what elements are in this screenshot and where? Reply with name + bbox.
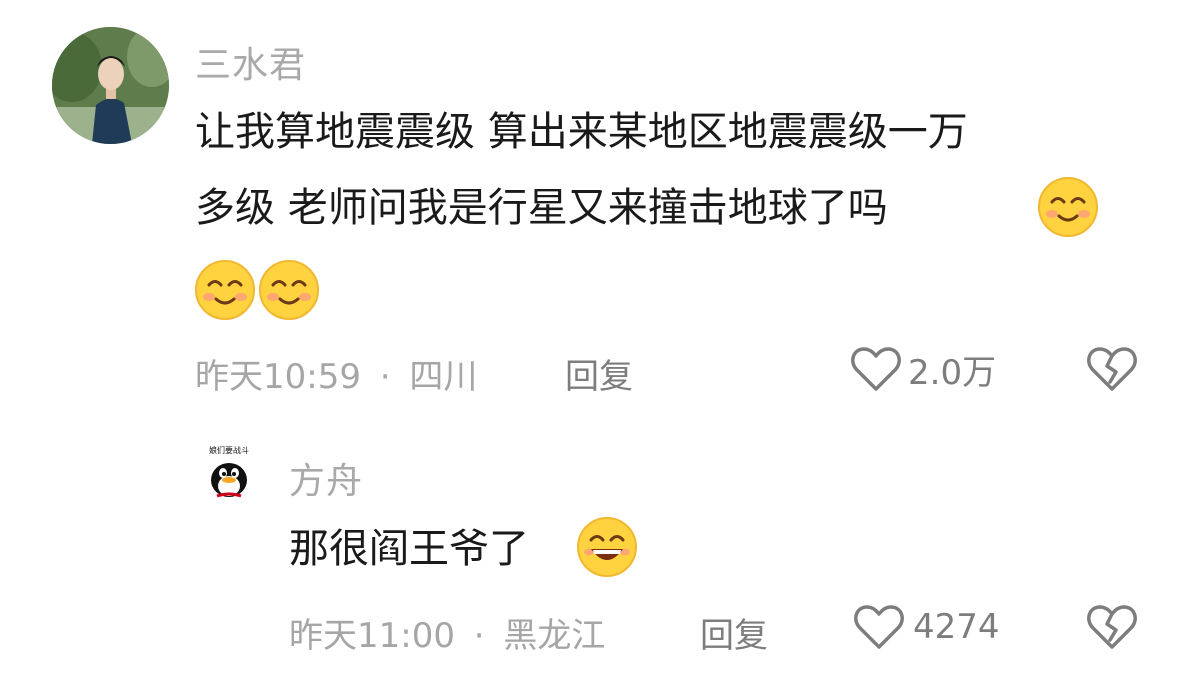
penguin-avatar: 娘们要战斗 bbox=[197, 440, 261, 504]
broken-heart-icon bbox=[1087, 605, 1137, 649]
smile-emoji bbox=[259, 260, 319, 320]
comment-text-line-2-wrap: 多级 老师问我是行星又来撞击地球了吗 bbox=[195, 188, 888, 228]
avatar-caption: 娘们要战斗 bbox=[209, 445, 249, 455]
reply-text-line-1: 那很阎王爷了 bbox=[289, 526, 529, 572]
comment-username[interactable]: 三水君 bbox=[195, 36, 306, 88]
like-button[interactable]: 2.0万 bbox=[850, 344, 996, 394]
meta-separator: · bbox=[379, 357, 391, 397]
comment-text-line-1: 让我算地震震级 算出来某地区地震震级一万 bbox=[195, 109, 968, 155]
grin-emoji bbox=[577, 517, 637, 577]
comment-meta: 昨天10:59 · 四川 bbox=[195, 349, 477, 398]
like-button[interactable]: 4274 bbox=[853, 602, 1000, 652]
reply-time: 昨天11:00 bbox=[289, 616, 455, 656]
dislike-button[interactable] bbox=[1086, 344, 1138, 398]
comment-text-line-2: 多级 老师问我是行星又来撞击地球了吗 bbox=[195, 185, 888, 231]
reply-button[interactable]: 回复 bbox=[565, 349, 633, 398]
reply-location: 黑龙江 bbox=[503, 616, 606, 656]
reply-meta: 昨天11:00 · 黑龙江 bbox=[289, 608, 605, 657]
meta-separator: · bbox=[473, 616, 485, 656]
like-count: 2.0万 bbox=[908, 352, 997, 393]
smile-emoji bbox=[1038, 177, 1098, 237]
dislike-button[interactable] bbox=[1086, 602, 1138, 656]
heart-icon bbox=[854, 605, 904, 649]
like-count: 4274 bbox=[913, 607, 1000, 647]
broken-heart-icon bbox=[1087, 347, 1137, 391]
heart-icon bbox=[851, 347, 901, 391]
user-avatar[interactable] bbox=[52, 27, 169, 144]
person-photo-avatar bbox=[52, 27, 169, 144]
smile-emoji bbox=[195, 260, 255, 320]
reply-button[interactable]: 回复 bbox=[700, 608, 768, 657]
comment-time: 昨天10:59 bbox=[195, 357, 361, 397]
reply-username[interactable]: 方舟 bbox=[289, 452, 363, 504]
reply-avatar[interactable]: 娘们要战斗 bbox=[197, 440, 261, 504]
comment-location: 四川 bbox=[409, 357, 478, 397]
